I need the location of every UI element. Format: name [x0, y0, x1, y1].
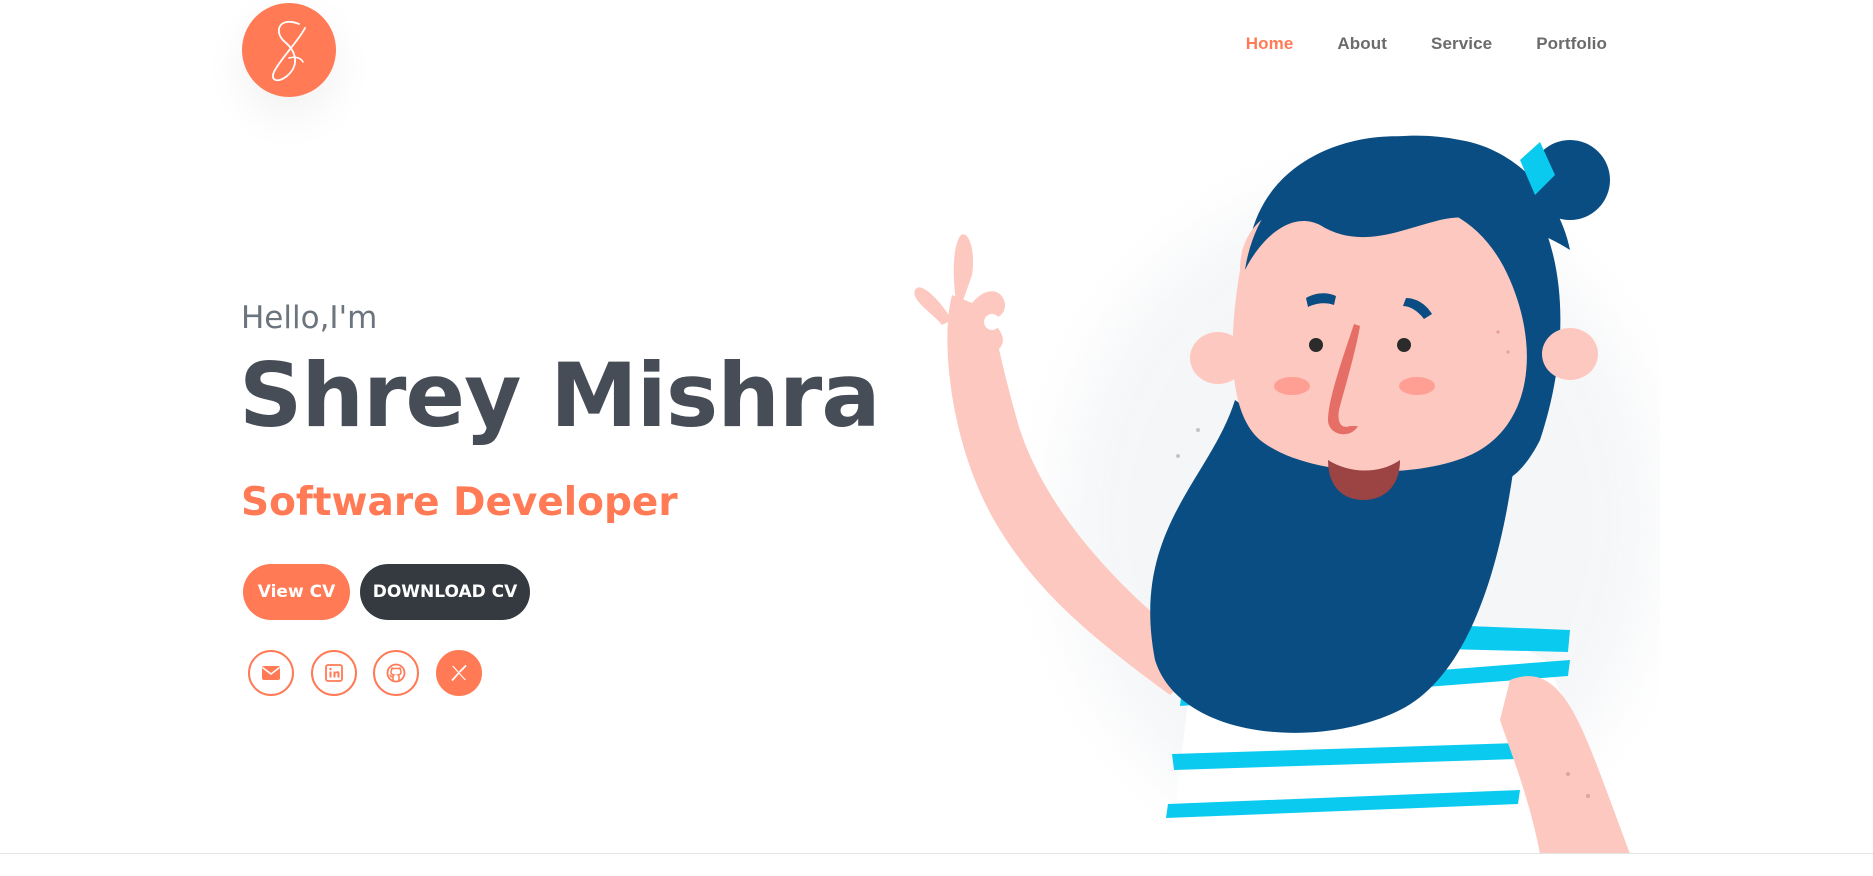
main-nav: Home About Service Portfolio	[1202, 34, 1607, 54]
nav-portfolio[interactable]: Portfolio	[1536, 34, 1607, 54]
linkedin-icon	[325, 664, 343, 682]
x-twitter-link[interactable]	[436, 650, 482, 696]
github-link[interactable]	[373, 650, 419, 696]
email-link[interactable]	[248, 650, 294, 696]
logo[interactable]	[242, 3, 336, 97]
hero-greeting: Hello,I'm	[241, 300, 378, 336]
envelope-icon	[262, 666, 280, 680]
hero-name: Shrey Mishra	[239, 344, 881, 447]
x-twitter-icon	[451, 665, 467, 681]
linkedin-link[interactable]	[311, 650, 357, 696]
download-cv-button[interactable]: DOWNLOAD CV	[360, 564, 530, 620]
section-divider	[0, 853, 1873, 854]
view-cv-button[interactable]: View CV	[243, 564, 350, 620]
nav-service[interactable]: Service	[1431, 34, 1492, 54]
signature-logo-icon	[272, 21, 306, 82]
nav-home[interactable]: Home	[1246, 34, 1294, 54]
hero-role: Software Developer	[241, 480, 678, 525]
nav-about[interactable]: About	[1337, 34, 1387, 54]
bearded-man-illustration	[914, 135, 1660, 854]
github-icon	[386, 663, 406, 683]
